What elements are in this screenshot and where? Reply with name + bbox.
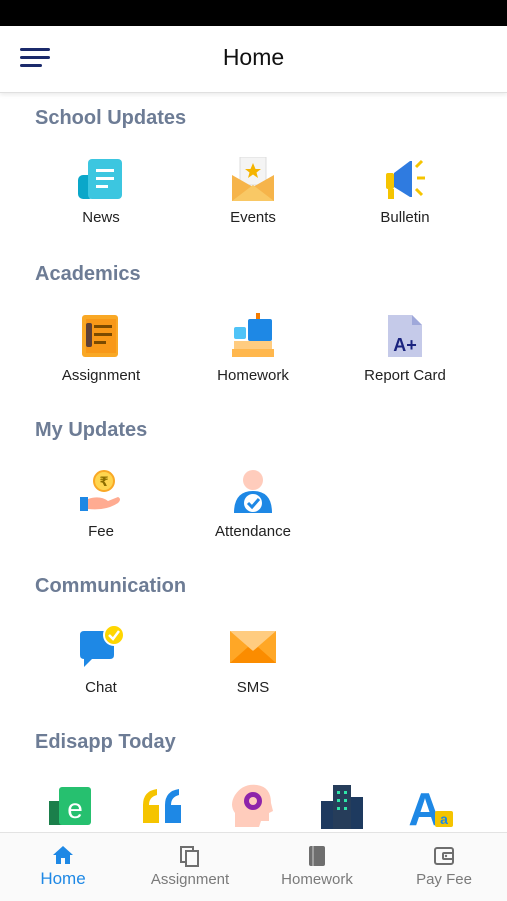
nav-assignment[interactable]: Assignment — [127, 833, 253, 901]
nav-home[interactable]: Home — [0, 833, 126, 901]
rupee-hand-icon: ₹ — [80, 470, 120, 511]
news-icon — [78, 159, 122, 199]
envelope-icon — [230, 631, 276, 663]
news-tile[interactable]: News — [26, 157, 176, 247]
report-card-tile[interactable]: A+ Report Card — [330, 313, 480, 403]
events-label: Events — [230, 209, 276, 226]
bulletin-tile[interactable]: Bulletin — [330, 157, 480, 247]
attendance-label: Attendance — [215, 523, 291, 540]
events-icon — [232, 157, 274, 201]
home-content[interactable]: School Updates News Events Bulletin Acad… — [0, 93, 507, 832]
nav-pay-fee-label: Pay Fee — [416, 871, 472, 888]
status-bar — [0, 0, 507, 26]
chat-tile[interactable]: Chat — [26, 625, 176, 715]
app-bar: Home — [0, 26, 507, 93]
nav-assignment-label: Assignment — [150, 871, 230, 888]
letter-a-icon: A a — [409, 783, 453, 829]
nav-homework[interactable]: Homework — [254, 833, 380, 901]
megaphone-icon — [386, 159, 425, 199]
nav-pay-fee[interactable]: Pay Fee — [381, 833, 507, 901]
books-icon — [232, 313, 274, 357]
svg-text:a: a — [440, 811, 448, 827]
nav-home-label: Home — [40, 869, 86, 888]
page-title: Home — [222, 44, 285, 70]
svg-text:A+: A+ — [393, 335, 417, 355]
assignment-tile[interactable]: Assignment — [26, 313, 176, 403]
notepad-icon — [82, 315, 118, 357]
copy-icon — [180, 846, 199, 867]
report-card-icon: A+ — [388, 315, 422, 357]
svg-text:₹: ₹ — [99, 475, 108, 490]
news-label: News — [82, 209, 120, 226]
sms-label: SMS — [236, 679, 270, 696]
book-icon — [309, 846, 325, 866]
attendance-icon — [234, 470, 272, 513]
bottom-navigation: Home Assignment Homework Pay Fee — [0, 832, 507, 901]
wallet-icon — [434, 847, 454, 865]
homework-label: Homework — [217, 367, 289, 384]
attendance-tile[interactable]: Attendance — [178, 469, 328, 559]
sms-tile[interactable]: SMS — [178, 625, 328, 715]
section-title-edisapp-today: Edisapp Today — [35, 731, 176, 753]
nav-homework-label: Homework — [281, 871, 353, 888]
section-title-communication: Communication — [35, 575, 187, 597]
section-title-my-updates: My Updates — [35, 419, 148, 441]
edisapp-today-item-5[interactable]: A a — [357, 783, 507, 832]
fee-label: Fee — [88, 523, 114, 540]
chat-label: Chat — [85, 679, 117, 696]
bulletin-label: Bulletin — [380, 209, 430, 226]
assignment-label: Assignment — [61, 367, 141, 384]
homework-tile[interactable]: Homework — [178, 313, 328, 403]
svg-text:e: e — [67, 793, 83, 824]
home-icon — [53, 846, 73, 864]
section-title-academics: Academics — [35, 263, 141, 285]
section-title-school-updates: School Updates — [35, 107, 187, 129]
events-tile[interactable]: Events — [178, 157, 328, 247]
report-card-label: Report Card — [364, 367, 446, 384]
fee-tile[interactable]: ₹ Fee — [26, 469, 176, 559]
chat-icon — [80, 625, 124, 667]
